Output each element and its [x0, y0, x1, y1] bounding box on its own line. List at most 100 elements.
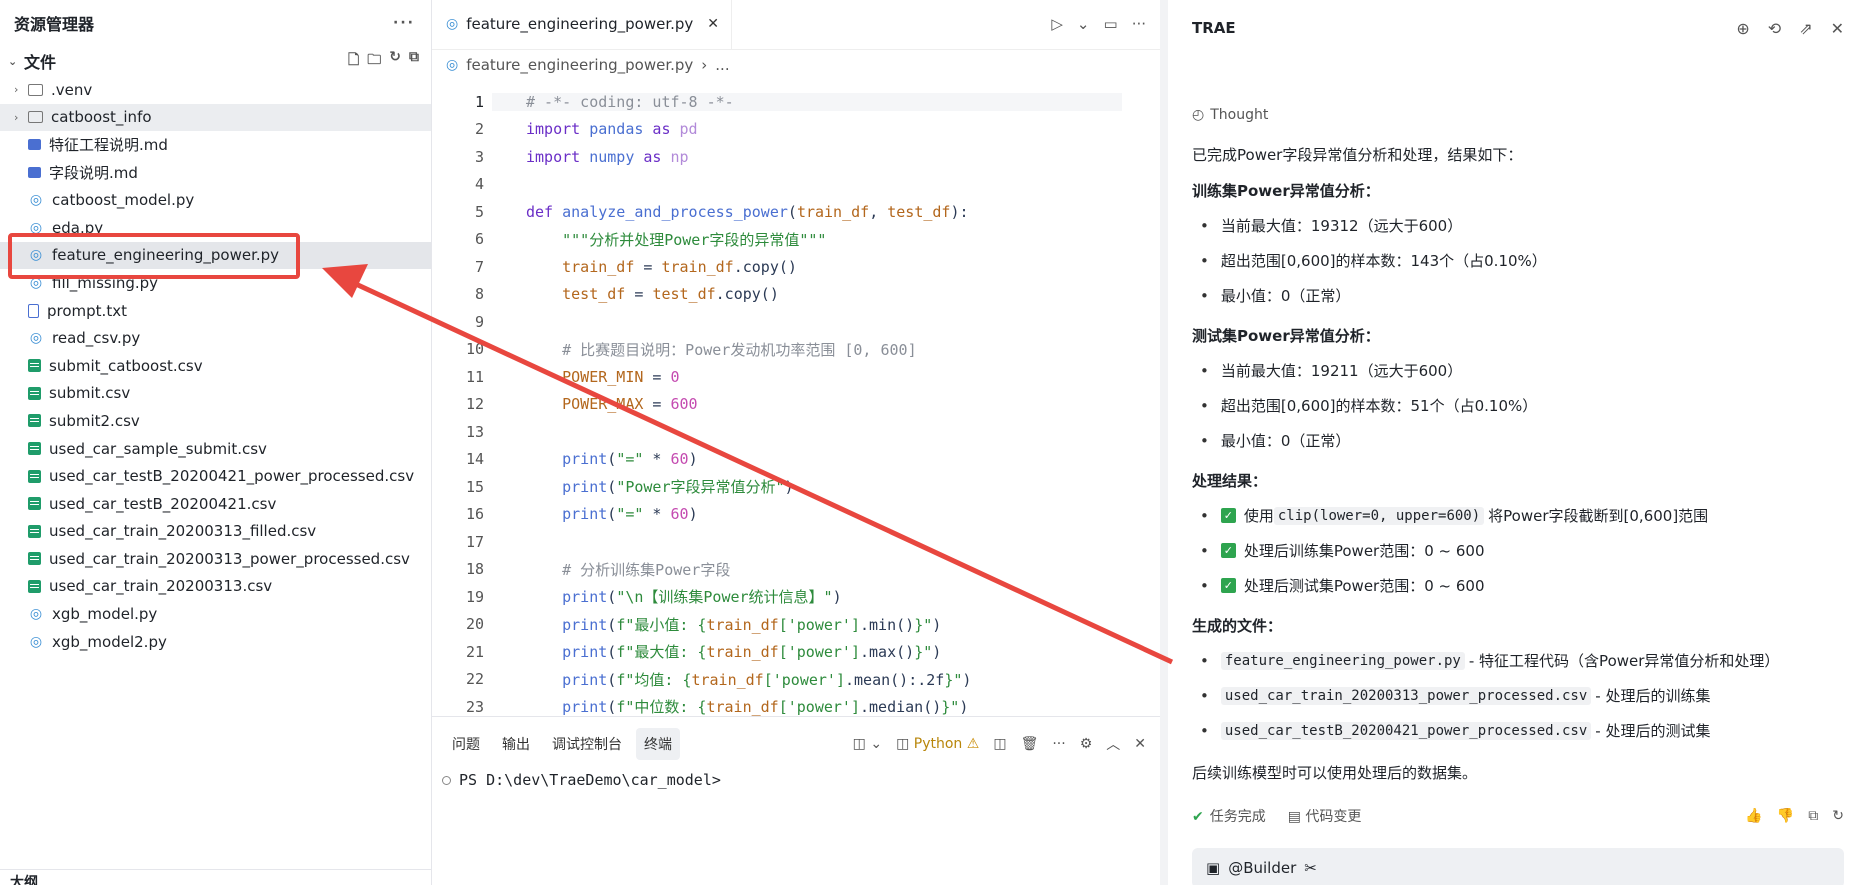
tree-item[interactable]: ◎ xgb_model2.py: [0, 628, 431, 656]
code-line[interactable]: 13: [432, 418, 1160, 446]
tab-problems[interactable]: 问题: [444, 728, 488, 760]
chat-footer: ✔ 任务完成 ▤ 代码变更 👍 👎 ⧉ ↻: [1192, 796, 1844, 836]
tree-item[interactable]: ◎ catboost_model.py: [0, 186, 431, 214]
code-line[interactable]: 9: [432, 308, 1160, 336]
code-line[interactable]: 3 import numpy as np: [432, 143, 1160, 171]
code-line[interactable]: 4: [432, 171, 1160, 199]
tree-item[interactable]: ◎ read_csv.py: [0, 324, 431, 352]
file-code-link[interactable]: used_car_train_20200313_power_processed.…: [1220, 686, 1592, 705]
tree-item[interactable]: ◎ eda.py: [0, 214, 431, 242]
code-line[interactable]: 19 print("\n【训练集Power统计信息】"): [432, 583, 1160, 611]
tab-terminal[interactable]: 终端: [636, 728, 680, 760]
code-line[interactable]: 18 # 分析训练集Power字段: [432, 556, 1160, 584]
tools-icon[interactable]: ✂: [1304, 859, 1317, 877]
close-panel-icon[interactable]: ✕: [1134, 736, 1146, 752]
chevron-down-icon[interactable]: ⌄: [1077, 15, 1090, 33]
tab-output[interactable]: 输出: [494, 728, 538, 760]
result-text: 处理后训练集Power范围：0 ~ 600: [1243, 542, 1485, 560]
file-code-link[interactable]: feature_engineering_power.py: [1220, 651, 1465, 670]
files-list: feature_engineering_power.py- 特征工程代码（含Po…: [1192, 643, 1844, 748]
tree-item[interactable]: submit_catboost.csv: [0, 352, 431, 380]
code-token: f"最大值: {: [616, 643, 707, 662]
tree-item[interactable]: used_car_train_20200313.csv: [0, 573, 431, 601]
terminal-prompt-line[interactable]: PS D:\dev\TraeDemo\car_model>: [432, 771, 1160, 789]
code-line[interactable]: 6 """分析并处理Power字段的异常值""": [432, 226, 1160, 254]
code-line[interactable]: 16 print("=" * 60): [432, 501, 1160, 529]
split-terminal-icon[interactable]: ◫ ⌄: [853, 736, 882, 752]
breadcrumb-more[interactable]: ...: [715, 56, 729, 74]
tree-item-label: eda.py: [52, 218, 104, 237]
refresh-icon[interactable]: ↻: [389, 49, 401, 73]
tree-item[interactable]: ◎ feature_engineering_power.py: [0, 241, 431, 270]
code-line[interactable]: 15 print("Power字段异常值分析"): [432, 473, 1160, 501]
thumbs-down-icon[interactable]: 👎: [1777, 808, 1794, 824]
split-icon[interactable]: ◫: [993, 736, 1006, 752]
code-token: train_df: [706, 698, 779, 716]
new-file-icon[interactable]: 🗋: [348, 49, 359, 73]
tree-item[interactable]: used_car_train_20200313_power_processed.…: [0, 545, 431, 573]
tree-item[interactable]: submit2.csv: [0, 407, 431, 435]
collapse-all-icon[interactable]: ⧉: [409, 49, 419, 73]
new-chat-icon[interactable]: ⊕: [1736, 19, 1749, 38]
code-token: =: [634, 257, 662, 276]
tab-debug-console[interactable]: 调试控制台: [544, 728, 630, 760]
code-line[interactable]: 11 POWER_MIN = 0: [432, 363, 1160, 391]
history-icon[interactable]: ⟲: [1768, 19, 1781, 38]
file-code-link[interactable]: used_car_testB_20200421_power_processed.…: [1220, 721, 1592, 740]
code-line[interactable]: 20 print(f"最小值: {train_df['power'].min()…: [432, 611, 1160, 639]
tree-item[interactable]: › catboost_info: [0, 103, 431, 132]
run-icon[interactable]: ▷: [1051, 15, 1063, 33]
breadcrumb-file[interactable]: feature_engineering_power.py: [466, 56, 693, 74]
tree-item[interactable]: 特征工程说明.md: [0, 131, 431, 159]
code-line[interactable]: 22 print(f"均值: {train_df['power'].mean()…: [432, 666, 1160, 694]
close-icon[interactable]: ✕: [707, 16, 719, 32]
tree-item[interactable]: used_car_train_20200313_filled.csv: [0, 518, 431, 546]
code-token: np: [670, 147, 689, 166]
split-editor-icon[interactable]: ▭: [1104, 15, 1118, 33]
python-terminal-selector[interactable]: ◫ Python ⚠: [896, 736, 979, 752]
more-icon[interactable]: ···: [1052, 736, 1065, 752]
code-changes-label: 代码变更: [1305, 809, 1362, 825]
code-line[interactable]: 7 train_df = train_df.copy(): [432, 253, 1160, 281]
retry-icon[interactable]: ↻: [1832, 808, 1844, 824]
tree-item[interactable]: ◎ fill_missing.py: [0, 269, 431, 297]
chat-title: TRAE: [1192, 19, 1236, 37]
code-line[interactable]: 12 POWER_MAX = 600: [432, 391, 1160, 419]
copy-icon[interactable]: ⧉: [1808, 808, 1818, 824]
editor-tab[interactable]: ◎ feature_engineering_power.py ✕: [432, 0, 733, 49]
new-folder-icon[interactable]: 🗀: [367, 49, 381, 73]
maximize-panel-icon[interactable]: ︿: [1106, 734, 1120, 754]
tree-item[interactable]: prompt.txt: [0, 297, 431, 325]
tree-item[interactable]: used_car_testB_20200421_power_processed.…: [0, 462, 431, 490]
code-line[interactable]: 21 print(f"最大值: {train_df['power'].max()…: [432, 638, 1160, 666]
panel-settings-icon[interactable]: ⚙: [1080, 736, 1093, 752]
tree-item[interactable]: ◎ xgb_model.py: [0, 600, 431, 628]
trash-icon[interactable]: 🗑: [1021, 736, 1039, 752]
explorer-more-icon[interactable]: ···: [393, 15, 415, 31]
tree-item[interactable]: used_car_testB_20200421.csv: [0, 490, 431, 518]
thought-toggle[interactable]: ◴ Thought: [1192, 100, 1844, 130]
chat-panel: TRAE ⊕ ⟲ ⇗ ✕ ◴ Thought 已完成Power字段异常值分析和处…: [1160, 0, 1864, 885]
folder-root[interactable]: ⌄ 文件 🗋 🗀 ↻ ⧉: [0, 46, 431, 76]
code-line[interactable]: 2 import pandas as pd: [432, 116, 1160, 144]
tree-item[interactable]: › .venv: [0, 76, 431, 104]
open-external-icon[interactable]: ⇗: [1799, 19, 1812, 38]
thumbs-up-icon[interactable]: 👍: [1745, 808, 1762, 824]
code-line[interactable]: 8 test_df = test_df.copy(): [432, 281, 1160, 309]
code-line[interactable]: 17: [432, 528, 1160, 556]
code-line[interactable]: 23 print(f"中位数: {train_df['power'].media…: [432, 693, 1160, 716]
tree-item[interactable]: submit.csv: [0, 380, 431, 408]
code-line[interactable]: 10 # 比赛题目说明：Power发动机功率范围 [0, 600]: [432, 336, 1160, 364]
tree-item[interactable]: 字段说明.md: [0, 159, 431, 187]
outline-section[interactable]: 大纲: [0, 869, 431, 885]
tree-item[interactable]: used_car_sample_submit.csv: [0, 435, 431, 463]
code-changes-button[interactable]: ▤ 代码变更: [1288, 806, 1362, 826]
code-line[interactable]: 1 # -*- coding: utf-8 -*-: [432, 88, 1160, 116]
chat-composer[interactable]: ▣ @Builder ✂: [1192, 848, 1844, 885]
more-icon[interactable]: ···: [1132, 15, 1146, 33]
close-icon[interactable]: ✕: [1831, 19, 1844, 38]
code-line[interactable]: 5 def analyze_and_process_power(train_df,…: [432, 198, 1160, 226]
code-line[interactable]: 14 print("=" * 60): [432, 446, 1160, 474]
files-heading: 生成的文件：: [1192, 617, 1283, 635]
code-area[interactable]: 1 # -*- coding: utf-8 -*- 2 import pandas a…: [432, 88, 1160, 716]
